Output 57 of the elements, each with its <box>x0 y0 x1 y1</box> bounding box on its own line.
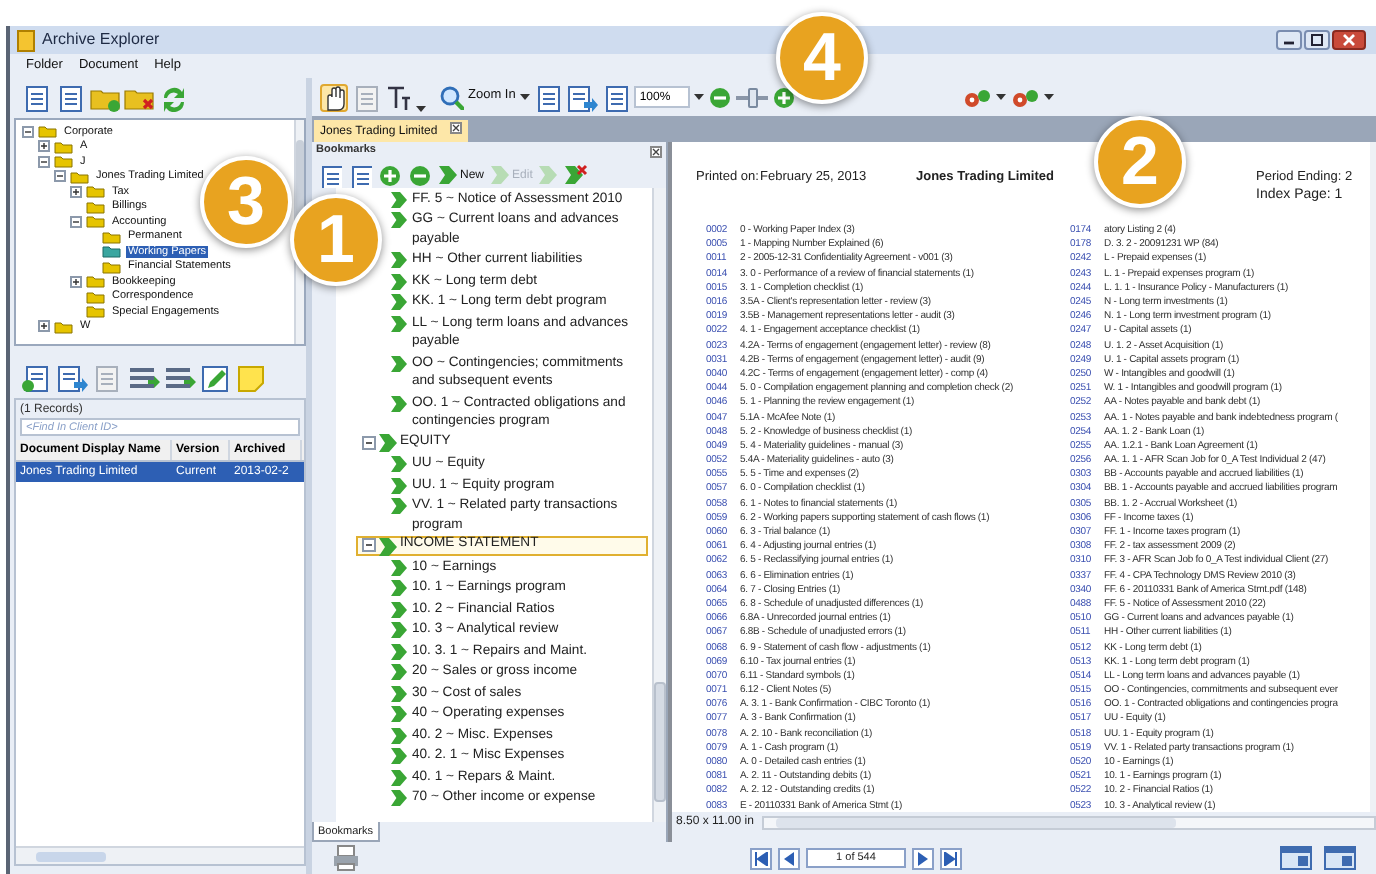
arrow-icon <box>378 432 398 453</box>
collapse-icon[interactable] <box>54 170 66 183</box>
document-icon <box>16 29 36 51</box>
triangle-icon <box>782 851 796 865</box>
scrollbar[interactable] <box>761 815 1376 829</box>
maximize-icon[interactable] <box>1304 30 1330 50</box>
triangle-icon <box>754 851 768 865</box>
caret-icon[interactable] <box>519 94 530 100</box>
list-arrow-icon[interactable] <box>128 363 160 393</box>
scrollbar[interactable] <box>652 188 666 822</box>
add-document-icon[interactable] <box>20 363 52 393</box>
document-icon[interactable] <box>56 84 86 112</box>
collapse-icon[interactable] <box>38 155 50 168</box>
arrow-icon <box>378 535 398 556</box>
panel-icon[interactable] <box>1280 846 1312 870</box>
arrow-icon <box>490 164 511 186</box>
arrow-icon <box>438 164 458 186</box>
hand-tool-button[interactable] <box>320 83 348 111</box>
panel-icon[interactable] <box>1324 846 1356 870</box>
document-icon[interactable] <box>22 84 52 112</box>
delete-folder-icon[interactable] <box>124 84 154 112</box>
add-folder-icon[interactable] <box>90 84 120 112</box>
magnifier-icon <box>438 84 464 110</box>
scrollbar[interactable] <box>16 846 304 864</box>
close-icon[interactable] <box>1332 30 1366 50</box>
expand-icon[interactable] <box>70 275 82 288</box>
collapse-icon[interactable] <box>408 163 432 187</box>
previous-page-button[interactable] <box>778 847 800 869</box>
pencil-icon[interactable] <box>200 363 232 393</box>
window-title: Archive Explorer <box>42 32 160 48</box>
caret-icon[interactable] <box>1043 94 1054 100</box>
expand-icon[interactable] <box>38 320 50 333</box>
triangle-icon <box>944 851 958 865</box>
slider-thumb[interactable] <box>747 87 758 107</box>
caret-icon[interactable] <box>416 106 426 112</box>
refresh-icon[interactable] <box>158 84 188 112</box>
plus-icon[interactable] <box>771 85 796 109</box>
expand-icon[interactable] <box>38 140 50 153</box>
arrow-icon <box>390 393 408 411</box>
collapse-icon[interactable] <box>22 125 34 138</box>
minimize-icon[interactable] <box>1276 30 1302 50</box>
close-icon[interactable] <box>449 122 462 134</box>
document-arrow-icon[interactable] <box>56 363 88 393</box>
triangle-icon <box>916 851 930 865</box>
list-arrow-icon[interactable] <box>164 363 196 393</box>
close-icon[interactable] <box>650 146 662 158</box>
text-select-icon[interactable] <box>384 83 412 111</box>
collapse-icon[interactable] <box>70 215 82 228</box>
first-page-button[interactable] <box>750 847 772 869</box>
next-page-button[interactable] <box>912 847 934 869</box>
expand-icon[interactable] <box>70 185 82 198</box>
delete-bookmark-icon[interactable] <box>564 164 589 186</box>
caret-icon[interactable] <box>995 94 1006 100</box>
arrow-icon <box>390 353 408 371</box>
printer-icon[interactable] <box>332 844 360 872</box>
last-page-button[interactable] <box>940 847 962 869</box>
caret-icon[interactable] <box>693 94 704 100</box>
